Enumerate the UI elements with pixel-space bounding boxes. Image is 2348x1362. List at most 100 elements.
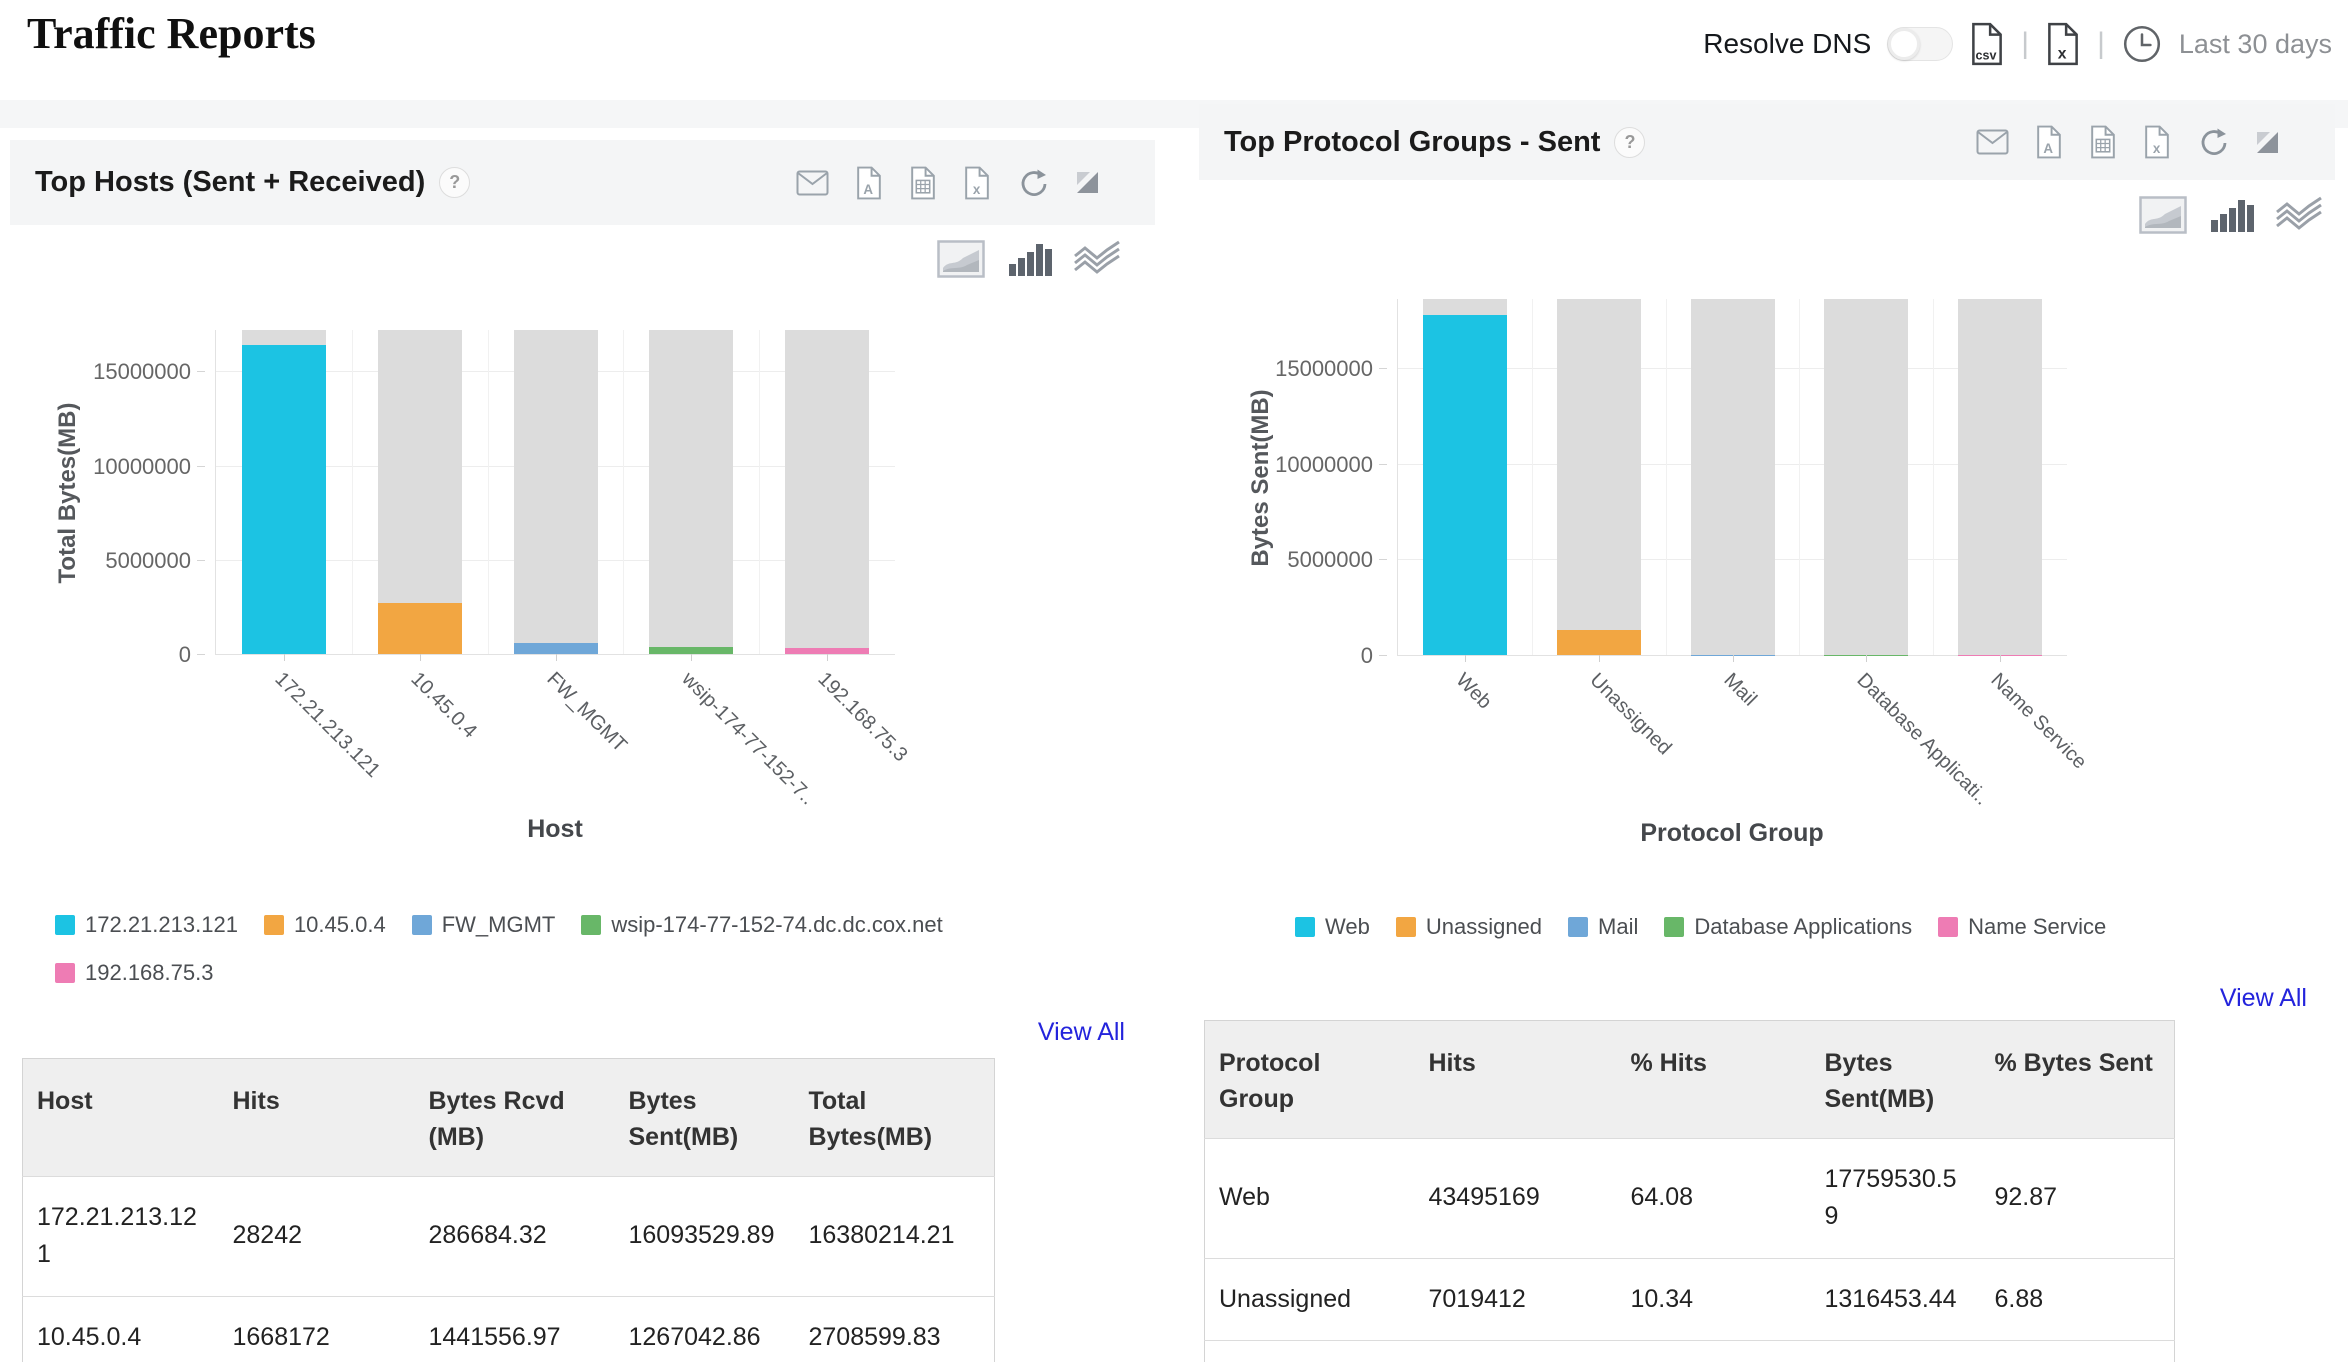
pdf-export-icon[interactable]: A [855,166,883,200]
y-tick-mark [197,560,205,561]
email-icon[interactable] [1976,129,2009,155]
table-cell: 1127995 [1415,1341,1617,1362]
svg-text:A: A [863,181,873,196]
legend-swatch [55,963,75,983]
pdf-export-icon[interactable]: A [2035,125,2063,159]
view-all-link[interactable]: View All [2220,984,2307,1013]
clock-icon[interactable] [2121,23,2163,65]
table-cell: 14786.97 [1811,1341,1981,1362]
column-header: % Hits [1617,1021,1811,1139]
line-chart-icon[interactable] [2275,196,2323,234]
x-tick-mark [1599,655,1600,662]
bar-Web[interactable] [1423,315,1507,655]
column-header: Bytes Sent(MB) [615,1059,795,1177]
svg-text:csv: csv [1976,49,1997,63]
table-cell: 28242 [219,1176,415,1296]
resolve-dns-toggle[interactable] [1887,27,1953,61]
bar-background [785,330,869,654]
expand-icon[interactable] [1075,170,1100,195]
bar-Unassigned[interactable] [1557,630,1641,655]
x-tick-label: Database Applicati.. [1852,669,1993,810]
legend-item: 192.168.75.3 [55,960,213,986]
help-icon[interactable]: ? [1614,127,1645,158]
refresh-icon[interactable] [1017,167,1049,199]
x-tick-mark [827,654,828,661]
y-tick-mark [1379,655,1387,656]
row-link[interactable]: Web [1205,1138,1415,1258]
view-all-link[interactable]: View All [1038,1018,1125,1047]
legend-label: Database Applications [1694,914,1912,940]
svg-text:x: x [973,181,981,196]
legend-label: 172.21.213.121 [85,912,238,938]
hosts-table: HostHitsBytes Rcvd (MB)Bytes Sent(MB)Tot… [22,1058,995,1362]
x-tick-label: Unassigned [1584,669,1675,760]
row-link[interactable]: Mail [1205,1341,1415,1362]
protocols-table: Protocol GroupHits% HitsBytes Sent(MB)% … [1204,1020,2175,1362]
legend-swatch [1568,917,1588,937]
csv-export-icon[interactable]: csv [1969,22,2005,66]
column-header: Bytes Rcvd (MB) [415,1059,615,1177]
row-link[interactable]: Unassigned [1205,1258,1415,1341]
top-bar-controls: Resolve DNS csv | x | Last 30 days [1703,22,2332,66]
gridline [1532,299,1533,655]
email-icon[interactable] [796,170,829,196]
table-cell: 1316453.44 [1811,1258,1981,1341]
table-cell: 6.88 [1981,1258,2175,1341]
y-tick-label: 15000000 [1275,356,1373,382]
chart-legend: WebUnassignedMailDatabase ApplicationsNa… [1295,914,2295,940]
legend-item: Unassigned [1396,914,1542,940]
column-header: Host [23,1059,219,1177]
area-chart-icon[interactable] [2139,196,2187,234]
excel-file-icon[interactable]: x [2143,125,2171,159]
csv-file-icon[interactable] [2089,125,2117,159]
gridline [488,330,489,654]
chart-type-switcher [2139,196,2323,234]
x-tick-label: 10.45.0.4 [405,668,480,743]
legend-swatch [1664,917,1684,937]
y-tick-mark [1379,464,1387,465]
column-header: Hits [1415,1021,1617,1139]
y-tick-label: 5000000 [1287,547,1373,573]
line-chart-icon[interactable] [1073,240,1121,278]
bar-FW_MGMT[interactable] [514,643,598,654]
bar-chart-icon[interactable] [2207,196,2255,234]
legend-item: 172.21.213.121 [55,912,238,938]
bar-172.21.213.121[interactable] [242,345,326,654]
x-tick-label: 172.21.213.121 [270,668,385,783]
plot-area: WebUnassignedMailDatabase Applicati..Nam… [1397,299,2067,656]
excel-file-icon[interactable]: x [963,166,991,200]
x-tick-mark [691,654,692,661]
excel-export-icon[interactable]: x [2045,22,2081,66]
csv-file-icon[interactable] [909,166,937,200]
bar-chart-icon[interactable] [1005,240,1053,278]
x-tick-mark [556,654,557,661]
table-cell: 17759530.59 [1811,1138,1981,1258]
bar-wsip-174-77-152-7..[interactable] [649,647,733,654]
column-header: Total Bytes(MB) [795,1059,995,1177]
x-tick-label: Mail [1718,669,1760,711]
row-link[interactable]: 10.45.0.4 [23,1296,219,1362]
divider: | [2097,27,2105,61]
help-icon[interactable]: ? [439,167,470,198]
row-link[interactable]: 172.21.213.121 [23,1176,219,1296]
y-tick-mark [197,654,205,655]
table-cell: 1668172 [219,1296,415,1362]
y-tick-label: 10000000 [93,454,191,480]
legend-label: Name Service [1968,914,2106,940]
plot-area: 172.21.213.12110.45.0.4FW_MGMTwsip-174-7… [215,330,895,655]
table-row: 10.45.0.416681721441556.971267042.862708… [23,1296,995,1362]
legend-item: 10.45.0.4 [264,912,386,938]
table-cell: 0.08 [1981,1341,2175,1362]
bar-10.45.0.4[interactable] [378,603,462,654]
chart-legend: 172.21.213.12110.45.0.4FW_MGMTwsip-174-7… [55,912,975,986]
legend-item: Mail [1568,914,1638,940]
expand-icon[interactable] [2255,130,2280,155]
table-header-row: Protocol GroupHits% HitsBytes Sent(MB)% … [1205,1021,2175,1139]
area-chart-icon[interactable] [937,240,985,278]
svg-text:A: A [2043,141,2053,156]
x-tick-mark [1866,655,1867,662]
refresh-icon[interactable] [2197,126,2229,158]
y-tick-label: 10000000 [1275,452,1373,478]
gridline [1666,299,1667,655]
time-range-label[interactable]: Last 30 days [2179,29,2332,60]
